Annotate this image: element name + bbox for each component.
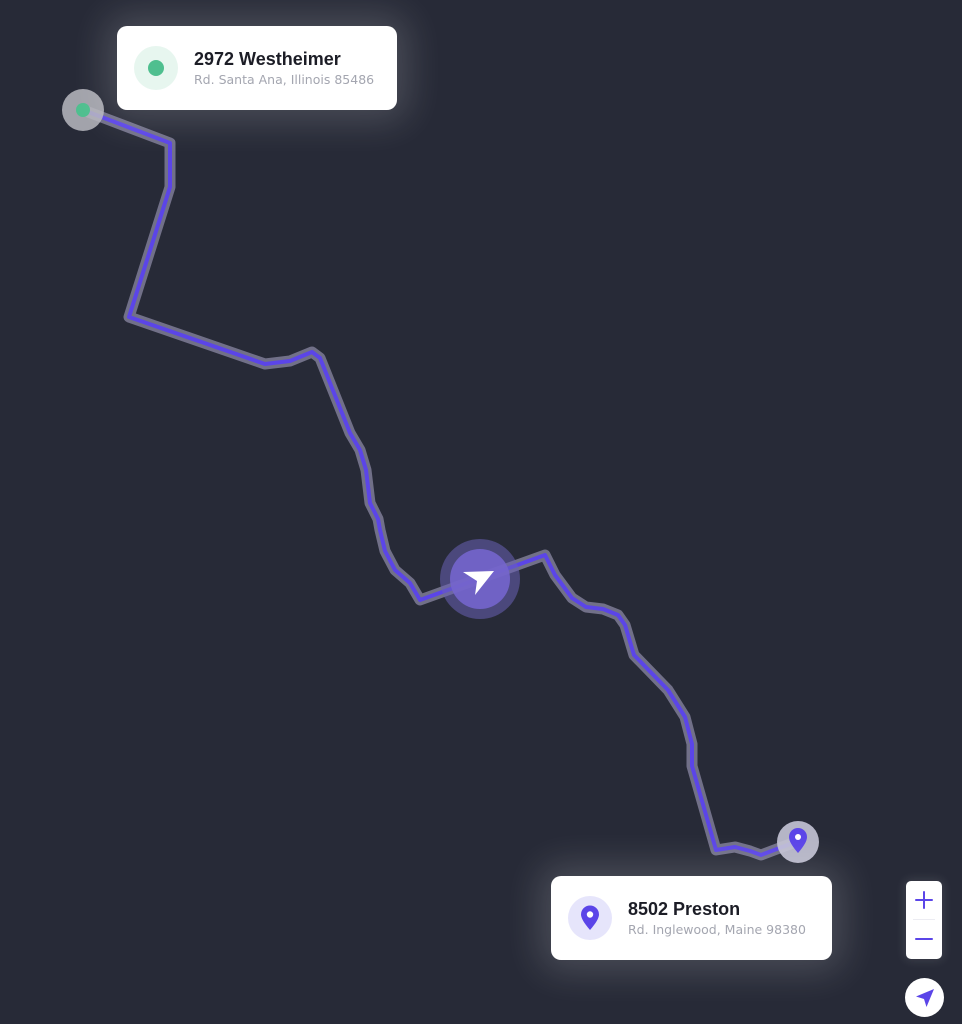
- origin-address-card[interactable]: 2972 Westheimer Rd. Santa Ana, Illinois …: [117, 26, 397, 110]
- destination-address-card[interactable]: 8502 Preston Rd. Inglewood, Maine 98380: [551, 876, 832, 960]
- navigation-arrow-icon: [915, 988, 934, 1007]
- origin-marker[interactable]: [62, 89, 104, 131]
- plus-icon: [915, 891, 933, 909]
- destination-subtitle: Rd. Inglewood, Maine 98380: [628, 922, 806, 937]
- map-canvas[interactable]: 2972 Westheimer Rd. Santa Ana, Illinois …: [0, 0, 962, 1024]
- origin-subtitle: Rd. Santa Ana, Illinois 85486: [194, 72, 375, 87]
- locate-me-button[interactable]: [905, 978, 944, 1017]
- minus-icon: [915, 938, 933, 940]
- destination-title: 8502 Preston: [628, 899, 741, 919]
- zoom-control: [906, 881, 942, 959]
- location-pin-icon: [568, 896, 612, 940]
- green-dot-icon: [134, 46, 178, 90]
- route-path: [81, 108, 800, 857]
- current-position-marker[interactable]: [440, 539, 520, 619]
- zoom-in-button[interactable]: [906, 881, 942, 919]
- destination-marker[interactable]: [777, 821, 819, 863]
- origin-title: 2972 Westheimer: [194, 49, 341, 69]
- route-layer: [62, 89, 819, 863]
- zoom-out-button[interactable]: [906, 920, 942, 958]
